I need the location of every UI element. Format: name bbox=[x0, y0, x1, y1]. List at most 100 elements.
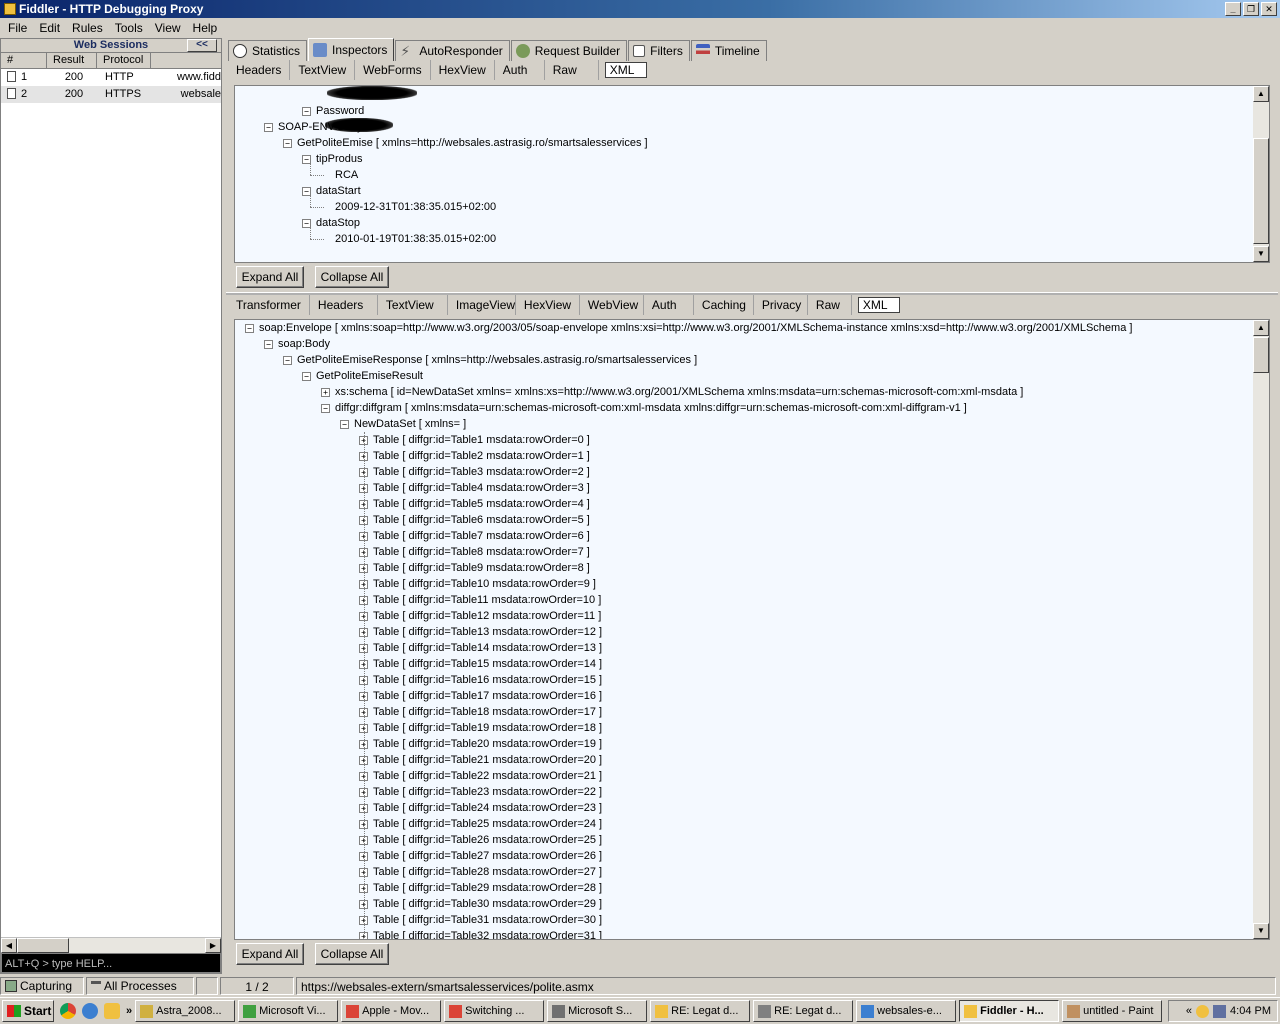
fiddler-tray-icon[interactable] bbox=[1196, 1004, 1210, 1018]
tab-request-builder[interactable]: Request Builder bbox=[510, 40, 628, 61]
req-tab-raw[interactable]: Raw bbox=[545, 60, 599, 80]
response-tree-node[interactable]: Table [ diffgr:id=Table5 msdata:rowOrder… bbox=[373, 496, 590, 512]
resp-tab-hexview[interactable]: HexView bbox=[516, 295, 580, 315]
col-number[interactable]: # bbox=[1, 53, 47, 68]
response-tree-node[interactable]: Table [ diffgr:id=Table1 msdata:rowOrder… bbox=[373, 432, 590, 448]
resp-tab-imageview[interactable]: ImageView bbox=[448, 295, 516, 315]
req-tab-headers[interactable]: Headers bbox=[228, 60, 291, 80]
taskbar-item[interactable]: Switching ... bbox=[444, 1000, 545, 1022]
req-tab-xml[interactable]: XML bbox=[604, 62, 647, 78]
request-tree-node[interactable]: GetPoliteEmise [ xmlns=http://websales.a… bbox=[297, 135, 648, 151]
scroll-thumb[interactable] bbox=[17, 938, 69, 953]
response-tree-node[interactable]: Table [ diffgr:id=Table32 msdata:rowOrde… bbox=[373, 928, 602, 939]
response-tree-node[interactable]: Table [ diffgr:id=Table16 msdata:rowOrde… bbox=[373, 672, 602, 688]
collapse-node-icon[interactable]: − bbox=[302, 372, 311, 381]
response-tree-node[interactable]: Table [ diffgr:id=Table31 msdata:rowOrde… bbox=[373, 912, 602, 928]
request-tree-node[interactable]: RCA bbox=[335, 167, 358, 183]
response-tree-node[interactable]: Table [ diffgr:id=Table29 msdata:rowOrde… bbox=[373, 880, 602, 896]
taskbar-item[interactable]: Fiddler - H... bbox=[959, 1000, 1060, 1022]
response-tree-node[interactable]: Table [ diffgr:id=Table10 msdata:rowOrde… bbox=[373, 576, 596, 592]
response-tree-node[interactable]: diffgr:diffgram [ xmlns:msdata=urn:schem… bbox=[335, 400, 967, 416]
col-result[interactable]: Result bbox=[47, 53, 97, 68]
resp-tab-xml[interactable]: XML bbox=[857, 297, 900, 313]
resp-tab-privacy[interactable]: Privacy bbox=[754, 295, 808, 315]
ie-icon[interactable] bbox=[82, 1003, 98, 1019]
scroll-left-icon[interactable]: ◀ bbox=[1, 938, 17, 953]
tray-expand-icon[interactable]: « bbox=[1186, 1005, 1192, 1017]
scroll-up-icon[interactable]: ▲ bbox=[1253, 86, 1269, 102]
response-tree-node[interactable]: Table [ diffgr:id=Table13 msdata:rowOrde… bbox=[373, 624, 602, 640]
request-xml-tree[interactable]: ▲ ▼ Password − SOAP-ENV:Body − GetPoliteEmis… bbox=[234, 85, 1270, 263]
response-tree-node[interactable]: Table [ diffgr:id=Table21 msdata:rowOrde… bbox=[373, 752, 602, 768]
response-tree-node[interactable]: Table [ diffgr:id=Table2 msdata:rowOrder… bbox=[373, 448, 590, 464]
response-tree-node[interactable]: Table [ diffgr:id=Table6 msdata:rowOrder… bbox=[373, 512, 590, 528]
scroll-down-icon[interactable]: ▼ bbox=[1253, 923, 1269, 939]
response-tree-node[interactable]: Table [ diffgr:id=Table9 msdata:rowOrder… bbox=[373, 560, 590, 576]
network-tray-icon[interactable] bbox=[1213, 1004, 1227, 1018]
req-tab-textview[interactable]: TextView bbox=[290, 60, 356, 80]
request-expand-all-button[interactable]: Expand All bbox=[236, 266, 304, 288]
tab-inspectors[interactable]: Inspectors bbox=[308, 38, 395, 61]
req-tab-webforms[interactable]: WebForms bbox=[355, 60, 431, 80]
menu-tools[interactable]: Tools bbox=[109, 21, 149, 35]
collapse-node-icon[interactable]: − bbox=[302, 107, 311, 116]
response-tree-node[interactable]: Table [ diffgr:id=Table30 msdata:rowOrde… bbox=[373, 896, 602, 912]
response-xml-tree[interactable]: ▲ ▼ − soap:Envelope [ xmlns:soap=http://w… bbox=[234, 319, 1270, 940]
collapse-node-icon[interactable]: − bbox=[321, 404, 330, 413]
menu-view[interactable]: View bbox=[149, 21, 187, 35]
collapse-node-icon[interactable]: − bbox=[264, 123, 273, 132]
collapse-node-icon[interactable]: − bbox=[283, 356, 292, 365]
resp-tab-auth[interactable]: Auth bbox=[644, 295, 694, 315]
resp-tab-webview[interactable]: WebView bbox=[580, 295, 644, 315]
response-tree-node[interactable]: xs:schema [ id=NewDataSet xmlns= xmlns:x… bbox=[335, 384, 1023, 400]
tab-statistics[interactable]: Statistics bbox=[228, 40, 308, 61]
session-row[interactable]: 2 200 HTTPS websale bbox=[1, 86, 221, 103]
scroll-up-icon[interactable]: ▲ bbox=[1253, 320, 1269, 336]
response-tree-node[interactable]: Table [ diffgr:id=Table8 msdata:rowOrder… bbox=[373, 544, 590, 560]
chrome-icon[interactable] bbox=[60, 1003, 76, 1019]
response-collapse-all-button[interactable]: Collapse All bbox=[315, 943, 389, 965]
response-tree-node[interactable]: Table [ diffgr:id=Table3 msdata:rowOrder… bbox=[373, 464, 590, 480]
menu-edit[interactable]: Edit bbox=[33, 21, 66, 35]
taskbar-item[interactable]: RE: Legat d... bbox=[650, 1000, 751, 1022]
response-tree-node[interactable]: Table [ diffgr:id=Table28 msdata:rowOrde… bbox=[373, 864, 602, 880]
response-tree-node[interactable]: soap:Envelope [ xmlns:soap=http://www.w3… bbox=[259, 320, 1132, 336]
taskbar-item[interactable]: untitled - Paint bbox=[1062, 1000, 1163, 1022]
response-vscrollbar[interactable]: ▲ ▼ bbox=[1253, 320, 1269, 939]
response-tree-node[interactable]: Table [ diffgr:id=Table20 msdata:rowOrde… bbox=[373, 736, 602, 752]
capture-toggle[interactable]: Capturing bbox=[0, 977, 84, 995]
response-tree-node[interactable]: Table [ diffgr:id=Table7 msdata:rowOrder… bbox=[373, 528, 590, 544]
response-tree-node[interactable]: Table [ diffgr:id=Table25 msdata:rowOrde… bbox=[373, 816, 602, 832]
clock-app-icon[interactable] bbox=[104, 1003, 120, 1019]
response-tree-node[interactable]: Table [ diffgr:id=Table17 msdata:rowOrde… bbox=[373, 688, 602, 704]
response-tree-node[interactable]: Table [ diffgr:id=Table27 msdata:rowOrde… bbox=[373, 848, 602, 864]
response-tree-node[interactable]: Table [ diffgr:id=Table12 msdata:rowOrde… bbox=[373, 608, 601, 624]
request-vscrollbar[interactable]: ▲ ▼ bbox=[1253, 86, 1269, 262]
response-tree-node[interactable]: GetPoliteEmiseResponse [ xmlns=http://we… bbox=[297, 352, 697, 368]
response-tree-node[interactable]: Table [ diffgr:id=Table14 msdata:rowOrde… bbox=[373, 640, 602, 656]
minimize-button[interactable]: _ bbox=[1225, 2, 1241, 16]
start-button[interactable]: Start bbox=[2, 1000, 54, 1022]
taskbar-item[interactable]: Microsoft S... bbox=[547, 1000, 648, 1022]
process-filter[interactable]: All Processes bbox=[86, 977, 194, 995]
request-tree-node[interactable]: 2010-01-19T01:38:35.015+02:00 bbox=[335, 231, 496, 247]
response-tree-node[interactable]: NewDataSet [ xmlns= ] bbox=[354, 416, 466, 432]
request-tree-node[interactable]: tipProdus bbox=[316, 151, 362, 167]
request-tree-node[interactable]: Password bbox=[316, 103, 364, 119]
col-protocol[interactable]: Protocol bbox=[97, 53, 151, 68]
response-tree-node[interactable]: Table [ diffgr:id=Table18 msdata:rowOrde… bbox=[373, 704, 602, 720]
response-tree-node[interactable]: Table [ diffgr:id=Table22 msdata:rowOrde… bbox=[373, 768, 602, 784]
taskbar-item[interactable]: Microsoft Vi... bbox=[238, 1000, 339, 1022]
collapse-node-icon[interactable]: − bbox=[264, 340, 273, 349]
expand-node-icon[interactable]: + bbox=[321, 388, 330, 397]
resp-tab-raw[interactable]: Raw bbox=[808, 295, 852, 315]
req-tab-auth[interactable]: Auth bbox=[495, 60, 545, 80]
response-expand-all-button[interactable]: Expand All bbox=[236, 943, 304, 965]
scroll-thumb[interactable] bbox=[1253, 138, 1269, 244]
response-tree-node[interactable]: soap:Body bbox=[278, 336, 330, 352]
response-tree-node[interactable]: Table [ diffgr:id=Table26 msdata:rowOrde… bbox=[373, 832, 602, 848]
resp-tab-transformer[interactable]: Transformer bbox=[228, 295, 310, 315]
taskbar-item[interactable]: Astra_2008... bbox=[135, 1000, 236, 1022]
tab-autoresponder[interactable]: ⚡ AutoResponder bbox=[395, 40, 510, 61]
quickexec-input[interactable]: ALT+Q > type HELP... bbox=[1, 953, 221, 973]
